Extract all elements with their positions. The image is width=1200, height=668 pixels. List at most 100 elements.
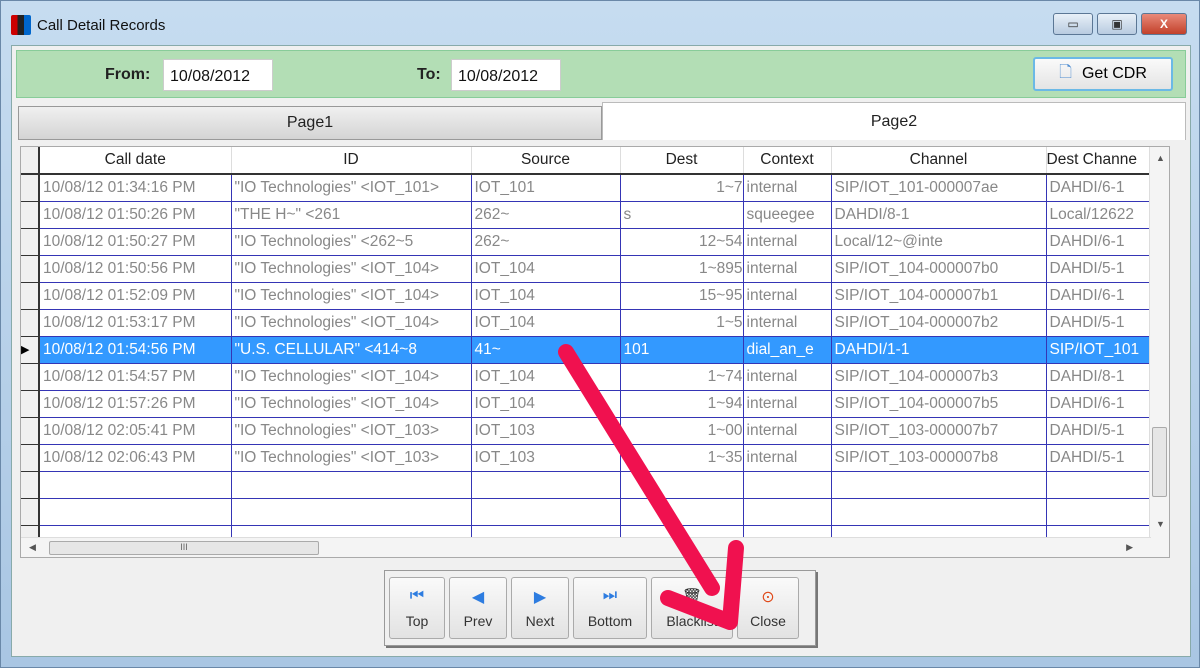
table-cell: "IO Technologies" <IOT_104>: [231, 390, 472, 418]
close-window-button[interactable]: X: [1141, 13, 1187, 35]
row-indicator[interactable]: [21, 309, 40, 337]
close-label: Close: [750, 613, 786, 629]
window-title: Call Detail Records: [37, 16, 166, 34]
column-header[interactable]: Channel: [831, 147, 1047, 175]
row-indicator[interactable]: [21, 282, 40, 310]
table-cell: 15~95: [620, 282, 744, 310]
table-cell: 10/08/12 02:06:43 PM: [39, 444, 232, 472]
empty-cell: [1046, 471, 1152, 499]
row-indicator[interactable]: [21, 174, 40, 202]
table-cell: 10/08/12 01:53:17 PM: [39, 309, 232, 337]
table-cell: SIP/IOT_103-000007b7: [831, 417, 1047, 445]
next-button[interactable]: ▶ Next: [511, 577, 569, 639]
table-cell: 10/08/12 01:50:27 PM: [39, 228, 232, 256]
empty-cell: [39, 471, 232, 499]
table-cell: 10/08/12 01:50:56 PM: [39, 255, 232, 283]
get-cdr-button[interactable]: 🗋 Get CDR: [1033, 57, 1173, 91]
document-arrow-icon: 🗋: [1059, 63, 1072, 81]
table-cell: squeegee: [743, 201, 832, 229]
row-indicator[interactable]: [21, 201, 40, 229]
table-cell: SIP/IOT_104-000007b2: [831, 309, 1047, 337]
empty-cell: [1046, 498, 1152, 526]
table-cell: DAHDI/6-1: [1046, 228, 1152, 256]
vertical-scrollbar[interactable]: ▲ ▼: [1149, 147, 1169, 557]
table-row[interactable]: 10/08/12 01:34:16 PM "IO Technologies" <I…: [21, 174, 1152, 202]
blacklist-button[interactable]: 🗑 Blacklist: [651, 577, 733, 639]
column-header[interactable]: ID: [231, 147, 472, 175]
scroll-left-icon[interactable]: ◀: [29, 542, 36, 553]
empty-row: [21, 471, 1152, 499]
scroll-up-icon[interactable]: ▲: [1156, 153, 1165, 163]
table-cell: 1~895: [620, 255, 744, 283]
minimize-button[interactable]: ▭: [1053, 13, 1093, 35]
prev-button[interactable]: ◀ Prev: [449, 577, 507, 639]
column-header[interactable]: Dest: [620, 147, 744, 175]
table-cell: 1~7: [620, 174, 744, 202]
row-indicator[interactable]: [21, 255, 40, 283]
row-header-corner: [21, 147, 40, 175]
table-row[interactable]: 10/08/12 01:57:26 PM "IO Technologies" <I…: [21, 390, 1152, 418]
horizontal-scrollbar[interactable]: ◀ III ▶: [21, 537, 1151, 557]
table-cell: "IO Technologies" <IOT_104>: [231, 255, 472, 283]
table-row[interactable]: 10/08/12 01:53:17 PM "IO Technologies" <I…: [21, 309, 1152, 337]
row-indicator[interactable]: [21, 444, 40, 472]
cdr-grid[interactable]: Call date ID Source Dest Context Channel Dest …: [20, 146, 1170, 558]
close-icon: ⊙: [761, 589, 775, 606]
from-label: From:: [105, 66, 151, 83]
table-cell: "IO Technologies" <IOT_101>: [231, 174, 472, 202]
blacklist-icon: 🗑: [681, 589, 703, 606]
from-date-input[interactable]: 10/08/2012: [163, 59, 273, 91]
table-cell: internal: [743, 363, 832, 391]
table-row[interactable]: 10/08/12 02:05:41 PM "IO Technologies" <I…: [21, 417, 1152, 445]
app-icon: [11, 15, 31, 35]
column-header[interactable]: Dest Channe: [1046, 147, 1152, 175]
empty-cell: [231, 471, 472, 499]
empty-cell: [471, 471, 621, 499]
tab-page2[interactable]: Page2: [602, 102, 1186, 140]
table-cell: 10/08/12 02:05:41 PM: [39, 417, 232, 445]
table-cell: DAHDI/5-1: [1046, 255, 1152, 283]
bottom-icon: ⏭: [602, 587, 618, 604]
table-cell: 101: [620, 336, 744, 364]
column-header[interactable]: Source: [471, 147, 621, 175]
scroll-down-icon[interactable]: ▼: [1156, 519, 1165, 529]
to-date-input[interactable]: 10/08/2012: [451, 59, 561, 91]
table-cell: "IO Technologies" <IOT_104>: [231, 363, 472, 391]
close-button[interactable]: ⊙ Close: [737, 577, 799, 639]
column-header[interactable]: Call date: [39, 147, 232, 175]
table-cell: "THE H~" <261: [231, 201, 472, 229]
empty-cell: [743, 471, 832, 499]
table-row[interactable]: 10/08/12 01:50:27 PM "IO Technologies" <2…: [21, 228, 1152, 256]
top-button[interactable]: ⏮ Top: [389, 577, 445, 639]
horizontal-scroll-thumb[interactable]: III: [49, 541, 319, 555]
table-row[interactable]: 10/08/12 01:54:57 PM "IO Technologies" <I…: [21, 363, 1152, 391]
get-cdr-label: Get CDR: [1081, 65, 1147, 82]
row-indicator[interactable]: [21, 417, 40, 445]
empty-cell: [831, 471, 1047, 499]
vertical-scroll-thumb[interactable]: [1152, 427, 1167, 497]
bottom-button[interactable]: ⏭ Bottom: [573, 577, 647, 639]
table-cell: DAHDI/5-1: [1046, 309, 1152, 337]
tab-page1[interactable]: Page1: [18, 106, 602, 140]
table-row[interactable]: 10/08/12 02:06:43 PM "IO Technologies" <I…: [21, 444, 1152, 472]
to-label: To:: [417, 66, 441, 83]
table-cell: SIP/IOT_101: [1046, 336, 1152, 364]
table-cell: dial_an_e: [743, 336, 832, 364]
table-cell: DAHDI/5-1: [1046, 417, 1152, 445]
table-row[interactable]: 10/08/12 01:50:56 PM "IO Technologies" <I…: [21, 255, 1152, 283]
next-label: Next: [525, 613, 555, 629]
column-header[interactable]: Context: [743, 147, 832, 175]
table-row[interactable]: 10/08/12 01:52:09 PM "IO Technologies" <I…: [21, 282, 1152, 310]
table-row[interactable]: 10/08/12 01:50:26 PM "THE H~" <261 262~ s sq…: [21, 201, 1152, 229]
table-row[interactable]: ▶ 10/08/12 01:54:56 PM "U.S. CELLULAR" <41…: [21, 336, 1152, 364]
table-cell: SIP/IOT_103-000007b8: [831, 444, 1047, 472]
row-indicator[interactable]: [21, 363, 40, 391]
table-cell: DAHDI/6-1: [1046, 390, 1152, 418]
empty-cell: [39, 498, 232, 526]
maximize-button[interactable]: ▣: [1097, 13, 1137, 35]
table-cell: IOT_104: [471, 255, 621, 283]
scroll-right-icon[interactable]: ▶: [1126, 542, 1133, 553]
row-indicator[interactable]: [21, 228, 40, 256]
row-indicator[interactable]: [21, 390, 40, 418]
row-indicator[interactable]: ▶: [21, 336, 40, 364]
